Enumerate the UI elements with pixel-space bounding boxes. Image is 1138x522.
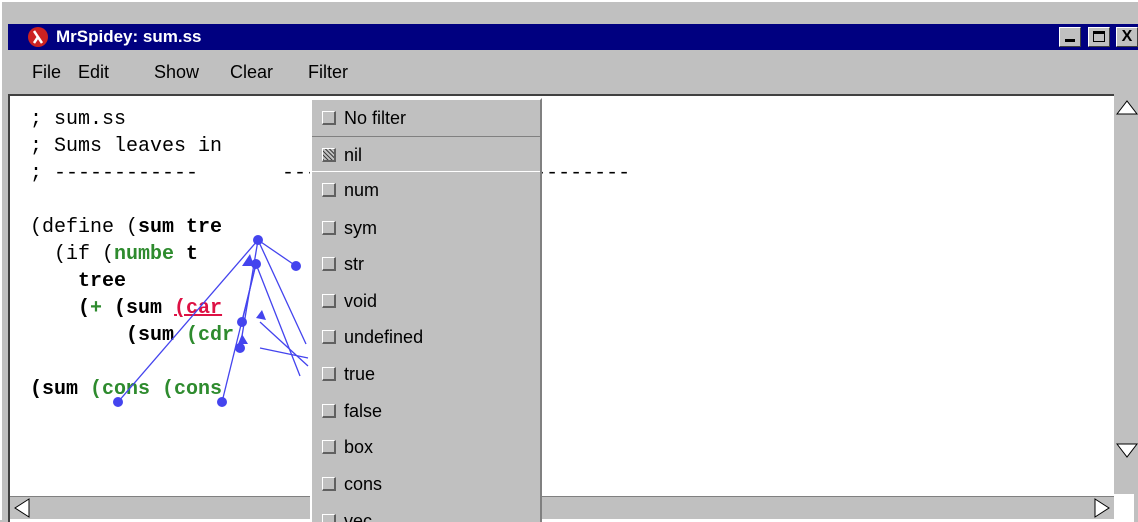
filter-option-sym[interactable]: sym <box>312 210 540 246</box>
option-label: str <box>344 254 364 274</box>
flow-arrow <box>257 239 307 345</box>
flow-arrow <box>259 321 309 367</box>
option-label: cons <box>344 474 383 494</box>
vertical-scrollbar[interactable] <box>1114 94 1138 494</box>
option-label: undefined <box>344 327 424 347</box>
filter-option-false[interactable]: false <box>312 393 540 429</box>
flow-node[interactable] <box>291 261 301 271</box>
flow-node[interactable] <box>113 397 123 407</box>
lambda-icon[interactable] <box>28 27 48 47</box>
scroll-left-arrow-icon[interactable] <box>10 497 36 519</box>
filter-option-box[interactable]: box <box>312 429 540 465</box>
filter-option-true[interactable]: true <box>312 356 540 392</box>
menu-edit[interactable]: Edit <box>78 62 109 82</box>
checkbox-icon <box>322 221 336 235</box>
menu-filter[interactable]: Filter <box>308 62 348 82</box>
checkbox-icon <box>322 404 336 418</box>
option-label: vec <box>344 511 373 522</box>
minimize-button[interactable] <box>1059 27 1082 47</box>
option-label: sym <box>344 218 377 238</box>
filter-option-str[interactable]: str <box>312 246 540 282</box>
menu-clear[interactable]: Clear <box>230 62 273 82</box>
flow-arrow <box>255 263 301 377</box>
checkbox-icon <box>322 257 336 271</box>
checkbox-icon <box>322 111 336 125</box>
filter-option-cons[interactable]: cons <box>312 466 540 502</box>
flow-arrows <box>113 235 309 407</box>
checkbox-icon <box>322 183 336 197</box>
checkbox-icon <box>322 294 336 308</box>
filter-dropdown-menu: No filter nil num sym str void undefined… <box>310 98 542 522</box>
close-button[interactable]: X <box>1116 27 1138 47</box>
checkbox-icon <box>322 440 336 454</box>
checkbox-icon <box>322 330 336 344</box>
flow-node[interactable] <box>235 343 245 353</box>
option-label: num <box>344 180 380 200</box>
window-title: MrSpidey: sum.ss <box>56 27 202 46</box>
filter-option-vec[interactable]: vec <box>312 503 540 522</box>
option-label: No filter <box>344 108 407 128</box>
filter-option-no-filter[interactable]: No filter <box>312 100 540 136</box>
menu-bar: File Edit Show Clear Filter <box>8 54 1138 88</box>
option-label: box <box>344 437 374 457</box>
option-label: false <box>344 401 383 421</box>
flow-arrow <box>259 347 309 359</box>
scroll-down-arrow-icon[interactable] <box>1114 438 1138 464</box>
checkbox-icon <box>322 148 336 162</box>
title-bar[interactable]: MrSpidey: sum.ss X <box>8 24 1138 50</box>
flow-node[interactable] <box>217 397 227 407</box>
checkbox-icon <box>322 367 336 381</box>
checkbox-icon <box>322 477 336 491</box>
minimize-icon <box>1065 39 1076 42</box>
menu-show[interactable]: Show <box>154 62 199 82</box>
window-controls: X <box>1057 27 1138 47</box>
close-icon: X <box>1121 28 1133 45</box>
filter-option-void[interactable]: void <box>312 283 540 319</box>
flow-arrow <box>241 263 257 323</box>
maximize-button[interactable] <box>1087 27 1110 47</box>
arrowhead <box>256 310 266 320</box>
app-window: MrSpidey: sum.ss X File Edit Show Clear … <box>0 0 1138 522</box>
filter-option-num[interactable]: num <box>312 172 540 208</box>
filter-option-undefined[interactable]: undefined <box>312 319 540 355</box>
filter-option-nil[interactable]: nil <box>312 136 540 172</box>
flow-arrow <box>117 239 259 403</box>
checkbox-icon <box>322 514 336 522</box>
flow-node[interactable] <box>253 235 263 245</box>
scroll-up-arrow-icon[interactable] <box>1114 94 1138 120</box>
code-editor[interactable]: ; sum.ss ; Sums leaves ine ; -----------… <box>8 94 1134 522</box>
option-label: true <box>344 364 376 384</box>
menu-file[interactable]: File <box>32 62 61 82</box>
option-label: void <box>344 291 378 311</box>
arrowhead <box>238 334 248 344</box>
scroll-right-arrow-icon[interactable] <box>1088 497 1114 519</box>
flow-node[interactable] <box>237 317 247 327</box>
horizontal-scrollbar[interactable] <box>10 496 1114 519</box>
option-label: nil <box>344 145 363 165</box>
maximize-icon <box>1092 31 1105 42</box>
